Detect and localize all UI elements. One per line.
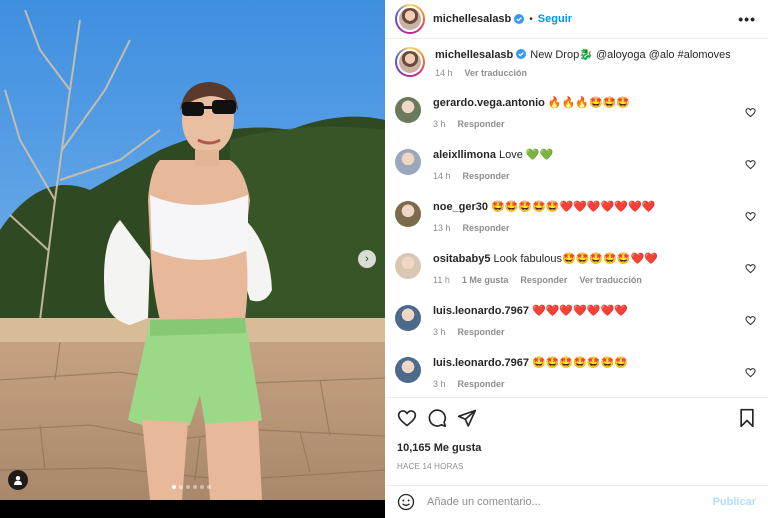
carousel-dot	[207, 485, 211, 489]
post-media[interactable]: ›	[0, 0, 385, 518]
share-icon[interactable]	[457, 408, 477, 428]
reply-link[interactable]: Responder	[458, 327, 505, 337]
more-options-icon[interactable]: •••	[738, 11, 756, 27]
carousel-dot	[179, 485, 183, 489]
comment-text: Love 💚💚	[498, 149, 554, 162]
post-modal: › michellesalasb • Seguir ••• michellesa…	[0, 0, 768, 518]
emoji-icon[interactable]	[397, 493, 415, 511]
chevron-right-icon: ›	[365, 253, 369, 265]
reply-link[interactable]: Responder	[463, 223, 510, 233]
commenter-username[interactable]: aleixllimona	[433, 149, 496, 161]
comment-like-heart-icon[interactable]	[745, 159, 756, 170]
comment-time[interactable]: 3 h	[433, 119, 446, 129]
follow-button[interactable]: Seguir	[538, 13, 572, 25]
carousel-dot	[186, 485, 190, 489]
comment-row: luis.leonardo.7967 ❤️❤️❤️❤️❤️❤️❤️ 3 h Respo…	[395, 301, 756, 353]
comment-time[interactable]: 14 h	[433, 171, 451, 181]
comment-input[interactable]: Añade un comentario...	[427, 496, 713, 508]
publish-button[interactable]: Publicar	[713, 496, 756, 508]
bookmark-icon[interactable]	[738, 408, 756, 428]
comment-icon[interactable]	[427, 408, 447, 428]
commenter-username[interactable]: gerardo.vega.antonio	[433, 97, 545, 109]
commenter-username[interactable]: noe_ger30	[433, 201, 488, 213]
comment-like-heart-icon[interactable]	[745, 211, 756, 222]
user-icon	[14, 476, 22, 485]
comment-like-heart-icon[interactable]	[745, 367, 756, 378]
comment-time[interactable]: 11 h	[433, 275, 450, 285]
like-heart-icon[interactable]	[397, 408, 417, 428]
verified-badge-icon	[516, 49, 527, 60]
comment-text: ❤️❤️❤️❤️❤️❤️❤️	[531, 305, 628, 318]
caption-text: New Drop🐉 @aloyoga @alo #alomoves	[530, 49, 730, 62]
post-header: michellesalasb • Seguir •••	[385, 0, 768, 40]
translate-link[interactable]: Ver traducción	[579, 275, 642, 285]
comment-like-heart-icon[interactable]	[745, 263, 756, 274]
commenter-avatar[interactable]	[395, 357, 421, 384]
carousel-indicator	[172, 485, 211, 489]
reply-link[interactable]: Responder	[458, 119, 505, 129]
separator-dot: •	[529, 13, 533, 25]
comment-row: gerardo.vega.antonio 🔥🔥🔥🤩🤩🤩 3 h Responder	[395, 93, 756, 145]
post-actions: 10,165 Me gusta HACE 14 HORAS	[385, 396, 768, 485]
comment-row: luis.leonardo.7967 🤩🤩🤩🤩🤩🤩🤩 3 h Responder	[395, 353, 756, 397]
caption-translate-link[interactable]: Ver traducción	[465, 68, 528, 78]
commenter-username[interactable]: ositababy5	[433, 253, 490, 265]
avatar[interactable]	[395, 4, 425, 35]
caption-avatar[interactable]	[395, 47, 425, 78]
carousel-dot	[193, 485, 197, 489]
commenter-avatar[interactable]	[395, 149, 421, 176]
comment-time[interactable]: 13 h	[433, 223, 451, 233]
comment-row: ositababy5 Look fabulous🤩🤩🤩🤩🤩❤️❤️ 11 h 1 Me…	[395, 249, 756, 301]
caption-row: michellesalasb New Drop🐉 @aloyoga @alo #a…	[395, 45, 756, 93]
post-photo	[0, 0, 385, 500]
post-timestamp[interactable]: HACE 14 HORAS	[397, 462, 756, 471]
tagged-users-button[interactable]	[8, 470, 28, 490]
next-image-button[interactable]: ›	[358, 250, 376, 268]
comment-row: aleixllimona Love 💚💚 14 h Responder	[395, 145, 756, 197]
commenter-avatar[interactable]	[395, 97, 421, 124]
post-sidebar: michellesalasb • Seguir ••• michellesala…	[385, 0, 768, 518]
comment-like-heart-icon[interactable]	[745, 107, 756, 118]
caption-time[interactable]: 14 h	[435, 68, 453, 78]
comment-composer: Añade un comentario... Publicar	[385, 484, 768, 518]
comment-text: Look fabulous🤩🤩🤩🤩🤩❤️❤️	[493, 253, 658, 266]
author-username[interactable]: michellesalasb	[433, 13, 511, 25]
comments-list[interactable]: michellesalasb New Drop🐉 @aloyoga @alo #a…	[385, 39, 768, 397]
reply-link[interactable]: Responder	[463, 171, 510, 181]
caption-username[interactable]: michellesalasb	[435, 49, 513, 61]
commenter-username[interactable]: luis.leonardo.7967	[433, 305, 529, 317]
comment-text: 🤩🤩🤩🤩🤩❤️❤️❤️❤️❤️❤️❤️	[491, 201, 656, 214]
comment-text: 🤩🤩🤩🤩🤩🤩🤩	[531, 357, 628, 370]
commenter-avatar[interactable]	[395, 305, 421, 332]
carousel-dot	[172, 485, 176, 489]
comment-like-heart-icon[interactable]	[745, 315, 756, 326]
comment-time[interactable]: 3 h	[433, 379, 446, 389]
likes-count[interactable]: 10,165 Me gusta	[397, 442, 756, 454]
verified-badge-icon	[514, 14, 525, 25]
comment-time[interactable]: 3 h	[433, 327, 446, 337]
comment-text: 🔥🔥🔥🤩🤩🤩	[547, 97, 631, 110]
comment-row: noe_ger30 🤩🤩🤩🤩🤩❤️❤️❤️❤️❤️❤️❤️ 13 h Responde…	[395, 197, 756, 249]
carousel-dot	[200, 485, 204, 489]
commenter-avatar[interactable]	[395, 253, 421, 280]
commenter-username[interactable]: luis.leonardo.7967	[433, 357, 529, 369]
comment-likes[interactable]: 1 Me gusta	[462, 275, 509, 285]
reply-link[interactable]: Responder	[520, 275, 567, 285]
reply-link[interactable]: Responder	[458, 379, 505, 389]
commenter-avatar[interactable]	[395, 201, 421, 228]
